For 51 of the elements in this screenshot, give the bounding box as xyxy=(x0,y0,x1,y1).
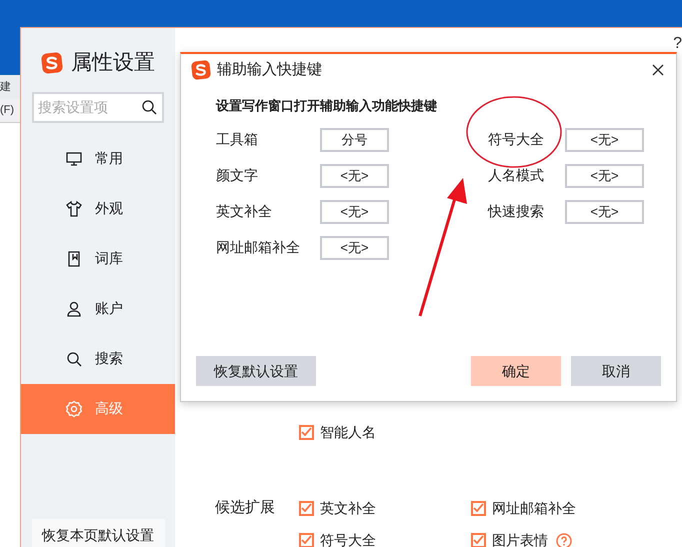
nav-item[interactable]: 词库 xyxy=(21,234,175,284)
search-icon xyxy=(140,98,158,116)
logo-icon xyxy=(41,52,63,74)
settings-icon xyxy=(65,400,83,418)
menu-text: (F) xyxy=(0,103,14,118)
nav-item[interactable]: 账户 xyxy=(21,284,175,334)
shortcut-label: 英文补全 xyxy=(216,202,273,221)
checkbox-label: 图片表情 xyxy=(492,531,548,547)
checkbox-label: 英文补全 xyxy=(320,498,376,518)
shortcut-field[interactable]: <无> xyxy=(320,164,389,188)
monitor-icon xyxy=(65,150,83,168)
shortcut-field[interactable]: <无> xyxy=(565,164,644,188)
shortcut-label: 符号大全 xyxy=(488,130,545,149)
shortcut-field[interactable]: <无> xyxy=(320,236,389,260)
menu-text: 建 xyxy=(0,80,11,95)
shirt-icon xyxy=(65,200,83,218)
checkbox[interactable] xyxy=(471,500,486,516)
app-title: 属性设置 xyxy=(71,50,155,76)
cancel-button[interactable]: 取消 xyxy=(571,356,661,386)
checkbox-label: 符号大全 xyxy=(320,531,376,547)
nav-item[interactable]: 外观 xyxy=(21,184,175,234)
reset-button[interactable]: 恢复默认设置 xyxy=(196,356,316,386)
search-icon xyxy=(65,350,83,368)
shortcut-label: 快速搜索 xyxy=(488,202,545,221)
shortcut-field[interactable]: <无> xyxy=(565,200,644,224)
close-icon[interactable] xyxy=(652,64,664,76)
user-icon xyxy=(65,300,83,318)
nav-item[interactable]: 搜索 xyxy=(21,334,175,384)
search-field[interactable]: 搜索设置项 xyxy=(32,92,164,122)
shortcut-field[interactable]: <无> xyxy=(565,128,644,152)
help-text[interactable]: ? xyxy=(673,32,682,56)
shortcut-field[interactable]: <无> xyxy=(320,200,389,224)
dialog-title: 辅助输入快捷键 xyxy=(217,60,322,80)
shortcut-field[interactable]: 分号 xyxy=(320,128,389,152)
checkbox[interactable] xyxy=(299,500,314,516)
help-icon[interactable] xyxy=(556,532,572,547)
checkbox-label: 智能人名 xyxy=(320,423,376,442)
reset-page-button[interactable]: 恢复本页默认设置 xyxy=(32,519,164,547)
checkbox-label: 网址邮箱补全 xyxy=(492,498,576,518)
nav-item[interactable]: 常用 xyxy=(21,134,175,184)
shortcut-label: 颜文字 xyxy=(216,166,259,185)
shortcut-label: 工具箱 xyxy=(216,130,259,149)
checkbox[interactable] xyxy=(299,533,314,547)
checkbox[interactable] xyxy=(471,533,486,547)
logo-icon xyxy=(191,60,211,80)
dialog-heading: 设置写作窗口打开辅助输入功能快捷键 xyxy=(216,97,438,115)
shortcut-label: 网址邮箱补全 xyxy=(216,238,301,257)
checkbox[interactable] xyxy=(299,425,314,440)
ok-button[interactable]: 确定 xyxy=(471,356,561,386)
shortcut-label: 人名模式 xyxy=(488,166,545,185)
group-label: 候选扩展 xyxy=(215,499,275,516)
